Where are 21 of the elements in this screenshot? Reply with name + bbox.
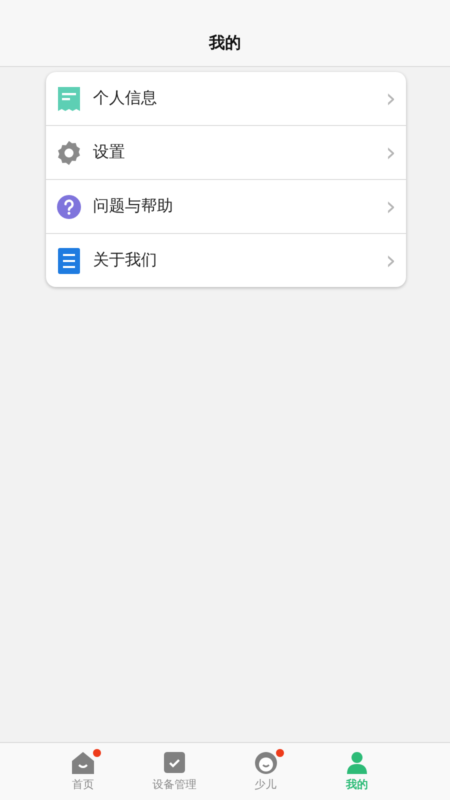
menu-item[interactable]: 关于我们 › <box>46 233 406 287</box>
menu-item[interactable]: 问题与帮助 › <box>46 179 406 233</box>
menu-item[interactable]: 设置 › <box>46 125 406 179</box>
page-title: 我的 <box>209 32 241 54</box>
checkbox-icon <box>164 752 185 773</box>
menu-label: 关于我们 <box>93 250 158 271</box>
chevron-icon: › <box>386 194 396 220</box>
gear-icon <box>56 140 82 166</box>
question-icon <box>57 194 81 218</box>
house-icon <box>72 752 94 774</box>
chevron-icon: › <box>386 248 396 274</box>
menu-label: 问题与帮助 <box>93 196 174 217</box>
menu-item[interactable]: 个人信息 › <box>46 72 406 125</box>
menu-label: 设置 <box>93 142 126 163</box>
chevron-icon: › <box>386 86 396 112</box>
person-icon <box>346 752 367 774</box>
face-icon <box>254 752 277 774</box>
menu-label: 个人信息 <box>93 88 158 109</box>
document-icon <box>58 248 80 274</box>
receipt-icon <box>57 86 81 112</box>
chevron-icon: › <box>386 140 396 166</box>
